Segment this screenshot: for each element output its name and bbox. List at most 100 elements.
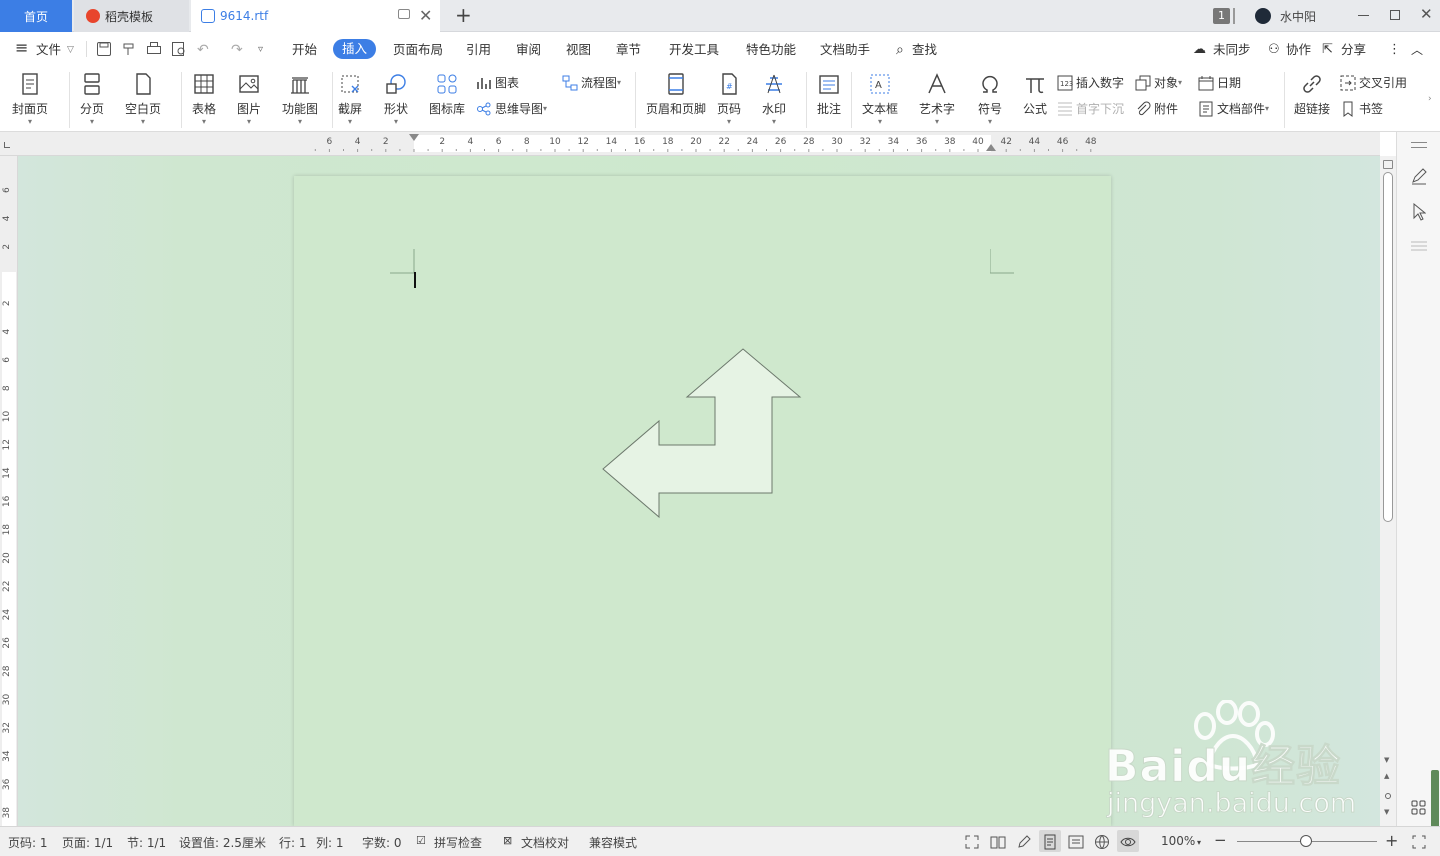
pointer-icon[interactable] [1412, 203, 1426, 221]
page-break-button[interactable]: 分页 ▾ [80, 72, 104, 126]
panel-collapse-icon[interactable] [1411, 142, 1427, 148]
collab-button[interactable]: 协作 [1286, 40, 1311, 60]
pin-icon[interactable] [398, 9, 410, 19]
status-column[interactable]: 列: 1 [316, 834, 344, 851]
grid-apps-icon[interactable] [1411, 800, 1427, 816]
attachment-button[interactable]: 附件 [1135, 100, 1178, 117]
menu-start[interactable]: 开始 [292, 40, 317, 60]
mind-map-button[interactable]: 思维导图 ▾ [476, 100, 547, 117]
search-label[interactable]: 查找 [912, 40, 937, 60]
save-icon[interactable] [96, 41, 112, 57]
tab-document[interactable]: 9614.rtf ✕ [191, 0, 440, 32]
drop-cap-button[interactable]: 首字下沉 [1057, 100, 1124, 117]
search-icon[interactable]: ⌕ [896, 40, 904, 60]
sync-status[interactable]: 未同步 [1213, 40, 1251, 60]
formula-button[interactable]: 公式 [1023, 72, 1047, 117]
menu-view[interactable]: 视图 [566, 40, 591, 60]
menu-chapter[interactable]: 章节 [616, 40, 641, 60]
prev-page-icon[interactable]: ▲ [1384, 772, 1389, 780]
zoom-dropdown-icon[interactable]: ▾ [1197, 838, 1201, 847]
vertical-scrollbar[interactable]: ▼ ▲ ▼ [1380, 156, 1396, 826]
screenshot-button[interactable]: 截屏 ▾ [338, 72, 362, 126]
user-name[interactable]: 水中阳 [1280, 8, 1316, 25]
wordart-button[interactable]: 艺术字 ▾ [919, 72, 955, 126]
hamburger-icon[interactable]: ≡ [15, 38, 28, 58]
reading-mode-icon[interactable] [990, 834, 1006, 850]
status-page-code[interactable]: 页码: 1 [8, 834, 48, 851]
textbox-button[interactable]: A 文本框 ▾ [862, 72, 898, 126]
zoom-level[interactable]: 100% [1161, 834, 1195, 848]
format-painter-icon[interactable] [121, 41, 137, 57]
menu-references[interactable]: 引用 [466, 40, 491, 60]
collapse-ribbon-icon[interactable]: ︿ [1411, 40, 1423, 60]
date-button[interactable]: 日期 [1198, 74, 1241, 91]
shape-button[interactable]: 形状 ▾ [384, 72, 408, 126]
status-pages[interactable]: 页面: 1/1 [62, 834, 113, 851]
undo-icon[interactable]: ↶ [197, 40, 209, 60]
menu-developer[interactable]: 开发工具 [669, 40, 719, 60]
fit-window-icon[interactable] [1411, 834, 1427, 850]
avatar[interactable] [1255, 8, 1271, 24]
share-icon[interactable]: ⇱ [1322, 40, 1333, 60]
new-tab-button[interactable]: + [455, 3, 472, 27]
scroll-down-icon[interactable]: ▼ [1384, 756, 1389, 764]
scrollbar-top-icon[interactable] [1383, 160, 1393, 169]
zoom-in-button[interactable]: + [1385, 831, 1398, 850]
pen-edit-icon[interactable] [1410, 167, 1428, 185]
indent-marker-icon[interactable] [409, 134, 419, 141]
collab-icon[interactable]: ⚇ [1268, 40, 1280, 60]
function-chart-button[interactable]: 功能图 ▾ [282, 72, 318, 126]
adjust-settings-icon[interactable] [1410, 238, 1428, 254]
page-number-button[interactable]: # 页码 ▾ [717, 72, 741, 126]
status-row[interactable]: 行: 1 [279, 834, 307, 851]
doc-proof-button[interactable]: 文档校对 [521, 834, 569, 851]
object-button[interactable]: 对象 ▾ [1135, 74, 1182, 91]
print-preview-icon[interactable] [171, 41, 187, 57]
flowchart-button[interactable]: 流程图 ▾ [562, 74, 621, 91]
scrollbar-thumb[interactable] [1383, 172, 1393, 522]
watermark-button[interactable]: 水印 ▾ [762, 72, 786, 126]
vertical-ruler[interactable]: 6 4 2 2 4 6 8 10 12 14 16 18 20 22 24 26 28 30 32 34 36 38 [0, 156, 18, 826]
blank-page-button[interactable]: 空白页 ▾ [125, 72, 161, 126]
picture-button[interactable]: 图片 ▾ [237, 72, 261, 126]
symbol-button[interactable]: 符号 ▾ [978, 72, 1002, 126]
fullscreen-icon[interactable] [964, 834, 980, 850]
hyperlink-button[interactable]: 超链接 [1294, 72, 1330, 117]
print-icon[interactable] [146, 41, 162, 57]
document-page[interactable] [294, 176, 1111, 826]
doc-proof-icon[interactable]: ⊠ [503, 834, 512, 847]
menu-file[interactable]: 文件 [36, 40, 61, 60]
menu-page-layout[interactable]: 页面布局 [393, 40, 443, 60]
more-options-icon[interactable]: ⋮ [1388, 40, 1401, 60]
restore-icon[interactable] [1390, 10, 1400, 20]
chart-button[interactable]: 图表 [476, 74, 519, 91]
quick-access-more-icon[interactable]: ▿ [258, 40, 263, 60]
close-window-icon[interactable]: ✕ [1420, 5, 1433, 23]
horizontal-ruler[interactable]: 6 4 2 2 4 6 8 10 12 14 16 18 20 22 24 26 28 30 32 34 36 38 40 4… [0, 132, 1380, 156]
web-view-icon[interactable] [1094, 834, 1110, 850]
ribbon-scroll-right-icon[interactable]: › [1428, 94, 1432, 104]
window-count-badge[interactable]: 1 [1213, 8, 1230, 24]
bent-arrow-shape[interactable] [602, 348, 802, 520]
right-indent-marker-icon[interactable] [986, 144, 996, 151]
comment-button[interactable]: 批注 [817, 72, 841, 117]
tab-template[interactable]: 稻壳模板 [74, 0, 189, 32]
minimize-icon[interactable] [1358, 15, 1369, 16]
insert-number-button[interactable]: 123 插入数字 [1057, 74, 1124, 91]
icon-library-button[interactable]: 图标库 [429, 72, 465, 117]
share-button[interactable]: 分享 [1341, 40, 1366, 60]
status-section[interactable]: 节: 1/1 [127, 834, 166, 851]
menu-review[interactable]: 审阅 [516, 40, 541, 60]
menu-special[interactable]: 特色功能 [746, 40, 796, 60]
spell-check-button[interactable]: 拼写检查 [434, 834, 482, 851]
tab-home[interactable]: 首页 [0, 0, 72, 32]
header-footer-button[interactable]: 页眉和页脚 [646, 72, 706, 117]
select-browse-icon[interactable] [1385, 793, 1391, 799]
cloud-sync-icon[interactable]: ☁ [1193, 40, 1206, 60]
table-button[interactable]: 表格 ▾ [192, 72, 216, 126]
status-setting-value[interactable]: 设置值: 2.5厘米 [179, 834, 266, 851]
cross-reference-button[interactable]: 交叉引用 [1340, 74, 1407, 91]
zoom-slider-thumb[interactable] [1300, 835, 1312, 847]
ruler-corner-icon[interactable] [4, 142, 10, 148]
status-word-count[interactable]: 字数: 0 [362, 834, 402, 851]
